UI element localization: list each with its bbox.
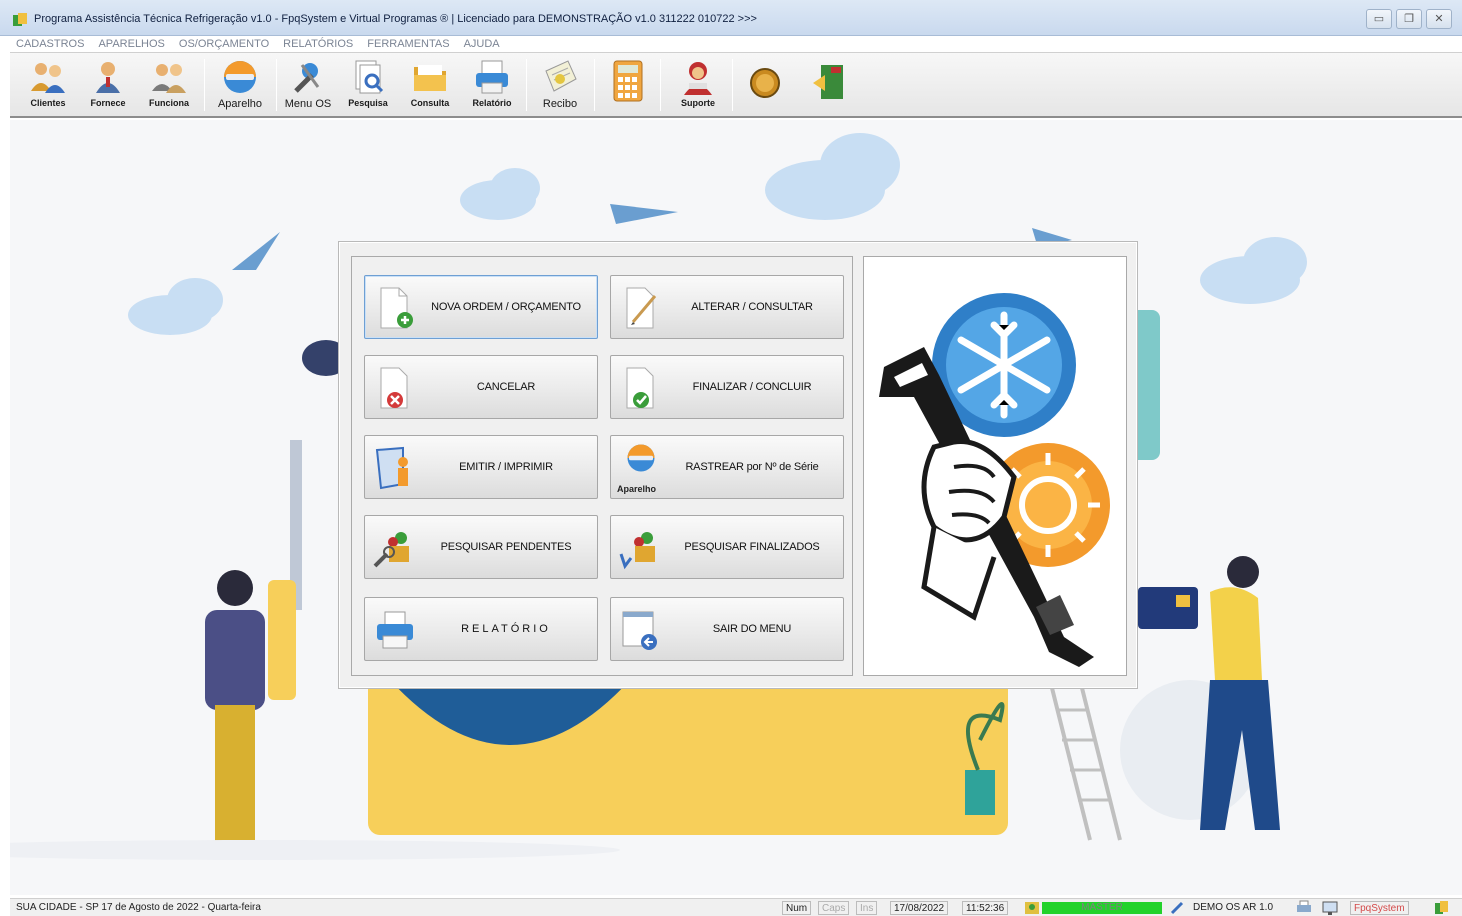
cancel-document-icon bbox=[380, 367, 408, 409]
status-time: 11:52:36 bbox=[962, 901, 1009, 915]
app-window: Programa Assistência Técnica Refrigeraçã… bbox=[0, 0, 1462, 916]
exit-door-icon bbox=[813, 65, 843, 99]
menu-cadastros[interactable]: CADASTROS bbox=[16, 36, 84, 52]
toolbar-calculator-button[interactable] bbox=[606, 55, 650, 117]
toolbar-fornece-button[interactable]: Fornece bbox=[82, 55, 134, 117]
app-small-icon bbox=[1435, 901, 1448, 914]
edit-document-icon bbox=[626, 287, 657, 329]
status-caps: Caps bbox=[818, 901, 850, 915]
logo-image-panel bbox=[863, 256, 1127, 676]
air-conditioner-icon bbox=[627, 444, 655, 472]
finished-people-icon bbox=[619, 532, 655, 570]
folder-icon bbox=[414, 65, 446, 91]
toolbar-pesquisa-button[interactable]: Pesquisa bbox=[342, 55, 394, 117]
status-bar: SUA CIDADE - SP 17 de Agosto de 2022 - Q… bbox=[10, 898, 1462, 916]
pesquisar-pendentes-button[interactable]: PESQUISAR PENDENTES bbox=[364, 515, 598, 579]
tools-icon bbox=[294, 63, 320, 93]
restore-button[interactable]: ❐ bbox=[1396, 9, 1422, 29]
toolbar-funciona-button[interactable]: Funciona bbox=[142, 55, 196, 117]
toolbar-aparelho-button[interactable]: Aparelho bbox=[210, 55, 270, 117]
calculator-icon bbox=[613, 60, 643, 102]
status-brand: FpqSystem bbox=[1350, 901, 1409, 915]
status-location-date: SUA CIDADE - SP 17 de Agosto de 2022 - Q… bbox=[16, 902, 261, 913]
refrigeration-logo bbox=[879, 293, 1110, 667]
close-button[interactable]: ✕ bbox=[1426, 9, 1452, 29]
status-ins: Ins bbox=[856, 901, 878, 915]
status-date: 17/08/2022 bbox=[890, 901, 949, 915]
sair-menu-button[interactable]: SAIR DO MENU bbox=[610, 597, 844, 661]
window-title: Programa Assistência Técnica Refrigeraçã… bbox=[34, 13, 757, 25]
pesquisar-finalizados-button[interactable]: PESQUISAR FINALIZADOS bbox=[610, 515, 844, 579]
menu-ferramentas[interactable]: FERRAMENTAS bbox=[367, 36, 449, 52]
finalizar-concluir-button[interactable]: FINALIZAR / CONCLUIR bbox=[610, 355, 844, 419]
menu-aparelhos[interactable]: APARELHOS bbox=[98, 36, 164, 52]
printer-icon bbox=[476, 60, 508, 94]
status-version: DEMO OS AR 1.0 bbox=[1193, 902, 1274, 913]
document-person-icon bbox=[375, 446, 408, 490]
toolbar: Clientes Fornece Funciona Aparelho Menu … bbox=[10, 52, 1462, 118]
support-agent-icon bbox=[684, 62, 712, 95]
emitir-imprimir-button[interactable]: EMITIR / IMPRIMIR bbox=[364, 435, 598, 499]
network-icon bbox=[1170, 901, 1184, 915]
receipt-icon bbox=[545, 60, 577, 92]
rastrear-serie-button[interactable]: Aparelho RASTREAR por Nº de Série bbox=[610, 435, 844, 499]
status-num: Num bbox=[782, 901, 812, 915]
toolbar-finance-button[interactable] bbox=[742, 55, 788, 117]
app-icon bbox=[13, 13, 27, 26]
os-menu-dialog: NOVA ORDEM / ORÇAMENTO ALTERAR / CONSULT… bbox=[338, 241, 1138, 689]
search-people-icon bbox=[373, 532, 409, 568]
toolbar-consulta-button[interactable]: Consulta bbox=[404, 55, 456, 117]
menu-relatorios[interactable]: RELATÓRIOS bbox=[283, 36, 353, 52]
toolbar-clientes-button[interactable]: Clientes bbox=[22, 55, 74, 117]
printer-icon[interactable] bbox=[1296, 900, 1312, 916]
coin-icon bbox=[750, 68, 780, 98]
menu-ajuda[interactable]: AJUDA bbox=[464, 36, 500, 52]
user-icon bbox=[1025, 902, 1039, 914]
button-panel: NOVA ORDEM / ORÇAMENTO ALTERAR / CONSULT… bbox=[351, 256, 853, 676]
printer-icon bbox=[377, 611, 413, 649]
check-document-icon bbox=[626, 367, 654, 409]
search-documents-icon bbox=[355, 60, 384, 94]
supplier-icon bbox=[96, 62, 120, 93]
status-user-level: MASTER bbox=[1042, 902, 1162, 914]
new-document-icon bbox=[380, 287, 413, 329]
monitor-icon[interactable] bbox=[1322, 900, 1338, 916]
toolbar-relatorio-button[interactable]: Relatório bbox=[466, 55, 518, 117]
toolbar-menu-os-button[interactable]: Menu OS bbox=[282, 55, 334, 117]
clients-icon bbox=[31, 63, 65, 93]
employees-icon bbox=[152, 64, 186, 93]
toolbar-recibo-button[interactable]: Recibo bbox=[532, 55, 588, 117]
cancelar-button[interactable]: CANCELAR bbox=[364, 355, 598, 419]
nova-ordem-button[interactable]: NOVA ORDEM / ORÇAMENTO bbox=[364, 275, 598, 339]
toolbar-suporte-button[interactable]: Suporte bbox=[668, 55, 728, 117]
alterar-consultar-button[interactable]: ALTERAR / CONSULTAR bbox=[610, 275, 844, 339]
exit-window-icon bbox=[622, 611, 657, 650]
menu-os-orcamento[interactable]: OS/ORÇAMENTO bbox=[179, 36, 269, 52]
minimize-button[interactable]: ▭ bbox=[1366, 9, 1392, 29]
title-bar: Programa Assistência Técnica Refrigeraçã… bbox=[0, 0, 1462, 36]
toolbar-exit-button[interactable] bbox=[806, 55, 852, 117]
air-conditioner-icon bbox=[224, 61, 256, 93]
menu-bar: CADASTROS APARELHOS OS/ORÇAMENTO RELATÓR… bbox=[10, 36, 1462, 52]
relatorio-button[interactable]: RELATÓRIO bbox=[364, 597, 598, 661]
